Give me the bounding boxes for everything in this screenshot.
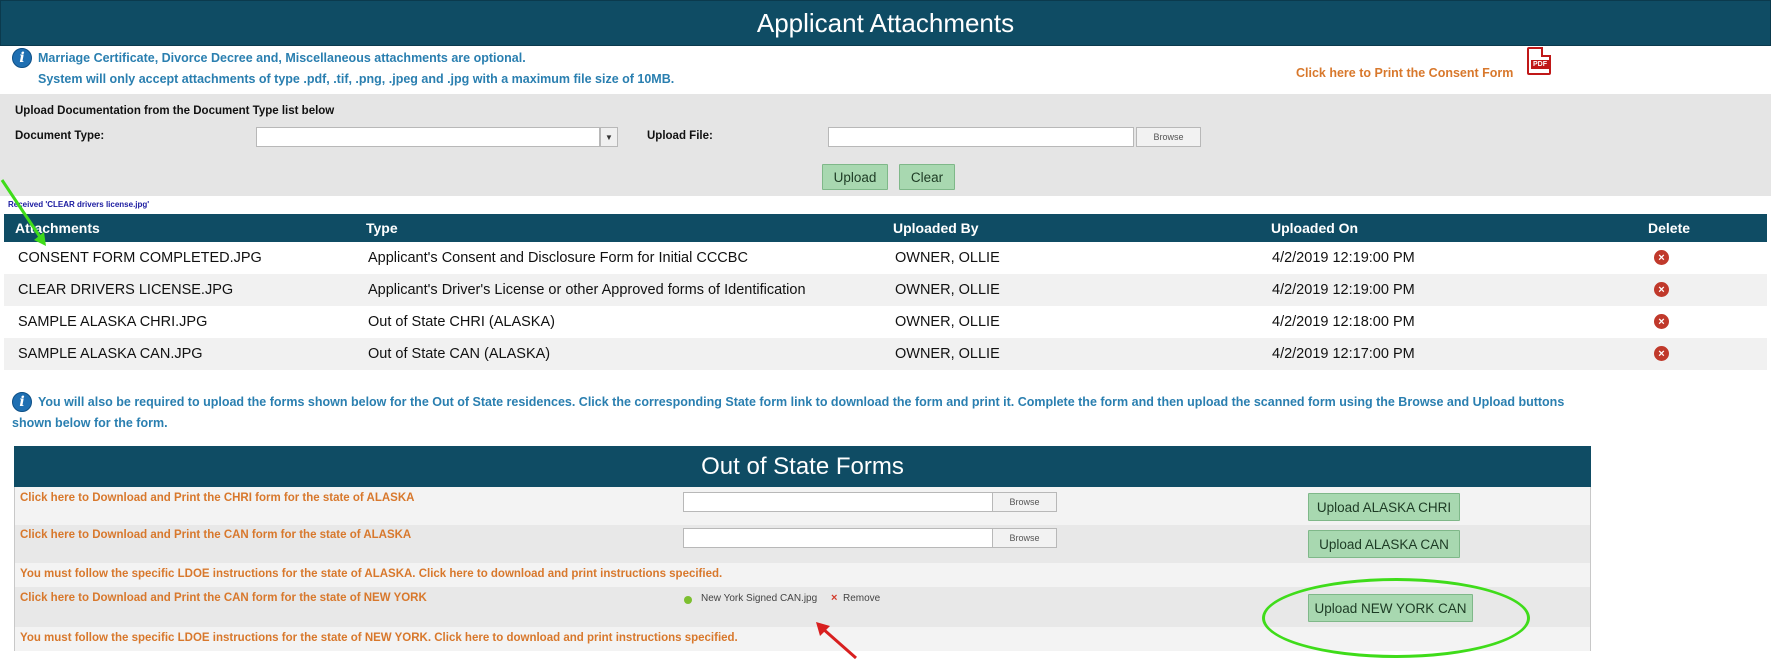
file-ok-icon <box>684 596 692 604</box>
upload-file-input[interactable] <box>828 127 1134 147</box>
attachment-name: SAMPLE ALASKA CAN.JPG <box>18 346 203 362</box>
info-area: i Marriage Certificate, Divorce Decree a… <box>0 46 1771 94</box>
attachment-name: CLEAR DRIVERS LICENSE.JPG <box>18 282 234 298</box>
upload-button[interactable]: Upload <box>822 164 888 190</box>
download-alaska-can-link[interactable]: Click here to Download and Print the CAN… <box>20 529 411 541</box>
delete-icon[interactable]: × <box>1654 282 1669 297</box>
highlight-ellipse <box>1262 578 1530 658</box>
browse-button[interactable]: Browse <box>992 492 1057 512</box>
browse-button[interactable]: Browse <box>1136 127 1201 147</box>
document-type-label: Document Type: <box>15 130 105 142</box>
out-of-state-title: Out of State Forms <box>14 446 1591 487</box>
uploaded-by: OWNER, OLLIE <box>895 314 1000 330</box>
attachment-type: Applicant's Driver's License or other Ap… <box>368 282 806 298</box>
download-alaska-chri-link[interactable]: Click here to Download and Print the CHR… <box>20 492 414 504</box>
dropdown-arrow-icon[interactable]: ▼ <box>600 127 618 147</box>
delete-icon[interactable]: × <box>1654 250 1669 265</box>
out-of-state-note: i You will also be required to upload th… <box>0 387 1771 439</box>
uploaded-by: OWNER, OLLIE <box>895 346 1000 362</box>
note-line-1: You will also be required to upload the … <box>38 395 1565 409</box>
upload-heading: Upload Documentation from the Document T… <box>15 105 335 117</box>
info-line-2: System will only accept attachments of t… <box>38 72 675 86</box>
alaska-chri-file-input[interactable] <box>683 492 1005 512</box>
upload-alaska-chri-button[interactable]: Upload ALASKA CHRI <box>1308 493 1460 521</box>
alaska-can-file-input[interactable] <box>683 528 1005 548</box>
remove-x-icon[interactable]: × <box>831 592 837 604</box>
col-uploaded-on: Uploaded On <box>1271 220 1359 236</box>
note-line-2: shown below for the form. <box>12 416 168 430</box>
browse-button[interactable]: Browse <box>992 528 1057 548</box>
uploaded-on: 4/2/2019 12:19:00 PM <box>1272 282 1415 298</box>
uploaded-on: 4/2/2019 12:17:00 PM <box>1272 346 1415 362</box>
new-york-instructions-link[interactable]: You must follow the specific LDOE instru… <box>20 632 738 644</box>
attachment-name: SAMPLE ALASKA CHRI.JPG <box>18 314 208 330</box>
page-title: Applicant Attachments <box>0 0 1771 46</box>
oos-row: Click here to Download and Print the CHR… <box>15 487 1590 525</box>
uploaded-on: 4/2/2019 12:18:00 PM <box>1272 314 1415 330</box>
upload-alaska-can-button[interactable]: Upload ALASKA CAN <box>1308 530 1460 558</box>
col-uploaded-by: Uploaded By <box>893 220 979 236</box>
col-type: Type <box>366 220 398 236</box>
download-new-york-can-link[interactable]: Click here to Download and Print the CAN… <box>20 592 427 604</box>
alaska-instructions-link[interactable]: You must follow the specific LDOE instru… <box>20 568 722 580</box>
remove-link[interactable]: Remove <box>843 593 880 604</box>
annotation-arrow-red <box>816 622 857 659</box>
oos-row: Click here to Download and Print the CAN… <box>15 525 1590 563</box>
annotation-arrow-green <box>0 179 46 246</box>
info-line-1: Marriage Certificate, Divorce Decree and… <box>38 51 526 65</box>
upload-file-label: Upload File: <box>647 130 713 142</box>
attachment-type: Out of State CAN (ALASKA) <box>368 346 551 362</box>
table-row: CONSENT FORM COMPLETED.JPG Applicant's C… <box>4 242 1767 274</box>
uploaded-file-name: New York Signed CAN.jpg <box>701 593 818 604</box>
info-icon: i <box>12 48 32 68</box>
uploaded-by: OWNER, OLLIE <box>895 250 1000 266</box>
table-row: SAMPLE ALASKA CAN.JPG Out of State CAN (… <box>4 338 1767 370</box>
attachment-type: Out of State CHRI (ALASKA) <box>368 314 555 330</box>
saved-strip: Received 'CLEAR drivers license.jpg' <box>0 196 1771 214</box>
uploaded-by: OWNER, OLLIE <box>895 282 1000 298</box>
info-icon: i <box>12 392 32 412</box>
delete-icon[interactable]: × <box>1654 314 1669 329</box>
uploaded-on: 4/2/2019 12:19:00 PM <box>1272 250 1415 266</box>
delete-icon[interactable]: × <box>1654 346 1669 361</box>
table-row: CLEAR DRIVERS LICENSE.JPG Applicant's Dr… <box>4 274 1767 306</box>
attachment-type: Applicant's Consent and Disclosure Form … <box>368 250 748 266</box>
attachments-table-header: Attachments Type Uploaded By Uploaded On… <box>4 214 1767 242</box>
pdf-icon[interactable]: PDF <box>1527 47 1551 75</box>
col-delete: Delete <box>1648 220 1691 236</box>
clear-button[interactable]: Clear <box>899 164 955 190</box>
consent-form-link[interactable]: Click here to Print the Consent Form <box>1296 66 1513 80</box>
upload-panel: Upload Documentation from the Document T… <box>0 94 1771 196</box>
document-type-select[interactable] <box>256 127 600 147</box>
table-row: SAMPLE ALASKA CHRI.JPG Out of State CHRI… <box>4 306 1767 338</box>
